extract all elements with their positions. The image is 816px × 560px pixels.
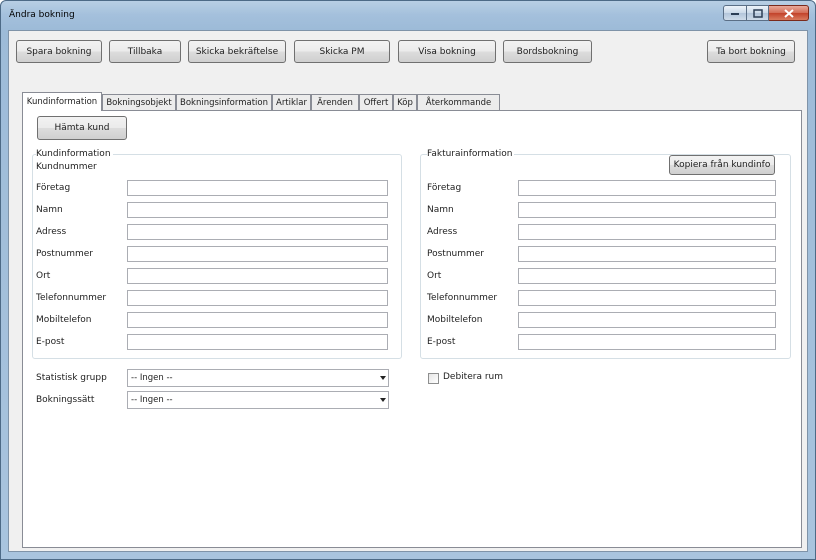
tab-offert[interactable]: Offert [359, 94, 393, 110]
send-confirmation-button[interactable]: Skicka bekräftelse [188, 40, 286, 63]
invoice-mobile-field[interactable] [518, 312, 776, 328]
copy-from-customer-button[interactable]: Kopiera från kundinfo [669, 155, 775, 175]
stat-group-select[interactable]: -- Ingen -- [127, 369, 389, 387]
invoice-name-label: Namn [427, 205, 454, 215]
stat-group-value: -- Ingen -- [131, 373, 173, 383]
invoice-mobile-label: Mobiltelefon [427, 315, 483, 325]
tab-kundinformation[interactable]: Kundinformation [22, 92, 102, 111]
invoice-company-field[interactable] [518, 180, 776, 196]
customer-company-label: Företag [36, 183, 71, 193]
chevron-down-icon [380, 376, 386, 380]
stat-group-label: Statistisk grupp [36, 373, 107, 383]
maximize-icon [752, 8, 763, 18]
app-window: Ändra bokning Spara bokning Tillbaka Ski… [0, 0, 816, 560]
invoice-email-field[interactable] [518, 334, 776, 350]
minimize-icon [731, 13, 739, 15]
customer-mobile-field[interactable] [127, 312, 388, 328]
tab-bokningsobjekt[interactable]: Bokningsobjekt [102, 94, 176, 110]
customer-phone-field[interactable] [127, 290, 388, 306]
maximize-button[interactable] [747, 5, 769, 21]
customer-address-field[interactable] [127, 224, 388, 240]
window-title: Ändra bokning [9, 10, 75, 20]
invoice-email-label: E-post [427, 337, 456, 347]
invoice-postcode-label: Postnummer [427, 249, 485, 259]
debit-room-checkbox[interactable] [428, 373, 439, 384]
customer-address-label: Adress [36, 227, 67, 237]
table-booking-button[interactable]: Bordsbokning [503, 40, 592, 63]
invoice-name-field[interactable] [518, 202, 776, 218]
customer-info-title: Kundinformation [36, 149, 113, 159]
window-controls [723, 5, 809, 21]
invoice-city-label: Ort [427, 271, 442, 281]
tab-kop[interactable]: Köp [393, 94, 417, 110]
invoice-address-label: Adress [427, 227, 458, 237]
back-button[interactable]: Tillbaka [109, 40, 181, 63]
customer-email-field[interactable] [127, 334, 388, 350]
invoice-phone-field[interactable] [518, 290, 776, 306]
minimize-button[interactable] [723, 5, 747, 21]
tab-arenden[interactable]: Ärenden [311, 94, 359, 110]
booking-method-label: Bokningssätt [36, 395, 95, 405]
customer-name-label: Namn [36, 205, 63, 215]
delete-booking-button[interactable]: Ta bort bokning [707, 40, 795, 63]
close-button[interactable] [769, 5, 809, 21]
customer-number-label: Kundnummer [36, 162, 97, 172]
debit-room-label[interactable]: Debitera rum [443, 372, 503, 382]
chevron-down-icon [380, 398, 386, 402]
invoice-company-label: Företag [427, 183, 462, 193]
customer-name-field[interactable] [127, 202, 388, 218]
customer-city-label: Ort [36, 271, 51, 281]
tab-artiklar[interactable]: Artiklar [272, 94, 311, 110]
customer-postcode-label: Postnummer [36, 249, 94, 259]
invoice-phone-label: Telefonnummer [427, 293, 498, 303]
title-bar[interactable]: Ändra bokning [1, 1, 815, 29]
customer-company-field[interactable] [127, 180, 388, 196]
tab-bokningsinformation[interactable]: Bokningsinformation [176, 94, 272, 110]
tab-aterkommande[interactable]: Återkommande [417, 94, 500, 110]
invoice-postcode-field[interactable] [518, 246, 776, 262]
booking-method-select[interactable]: -- Ingen -- [127, 391, 389, 409]
customer-email-label: E-post [36, 337, 65, 347]
fetch-customer-button[interactable]: Hämta kund [37, 116, 127, 140]
customer-mobile-label: Mobiltelefon [36, 315, 92, 325]
customer-postcode-field[interactable] [127, 246, 388, 262]
customer-city-field[interactable] [127, 268, 388, 284]
close-icon [783, 8, 794, 18]
show-booking-button[interactable]: Visa bokning [398, 40, 496, 63]
invoice-city-field[interactable] [518, 268, 776, 284]
send-pm-button[interactable]: Skicka PM [294, 40, 390, 63]
client-area: Spara bokning Tillbaka Skicka bekräftels… [8, 30, 808, 552]
invoice-address-field[interactable] [518, 224, 776, 240]
customer-phone-label: Telefonnummer [36, 293, 107, 303]
tab-panel-kundinformation: Hämta kund Kundinformation Kundnummer Fö… [22, 110, 802, 548]
save-booking-button[interactable]: Spara bokning [16, 40, 102, 63]
invoice-info-title: Fakturainformation [427, 149, 515, 159]
booking-method-value: -- Ingen -- [131, 395, 173, 405]
